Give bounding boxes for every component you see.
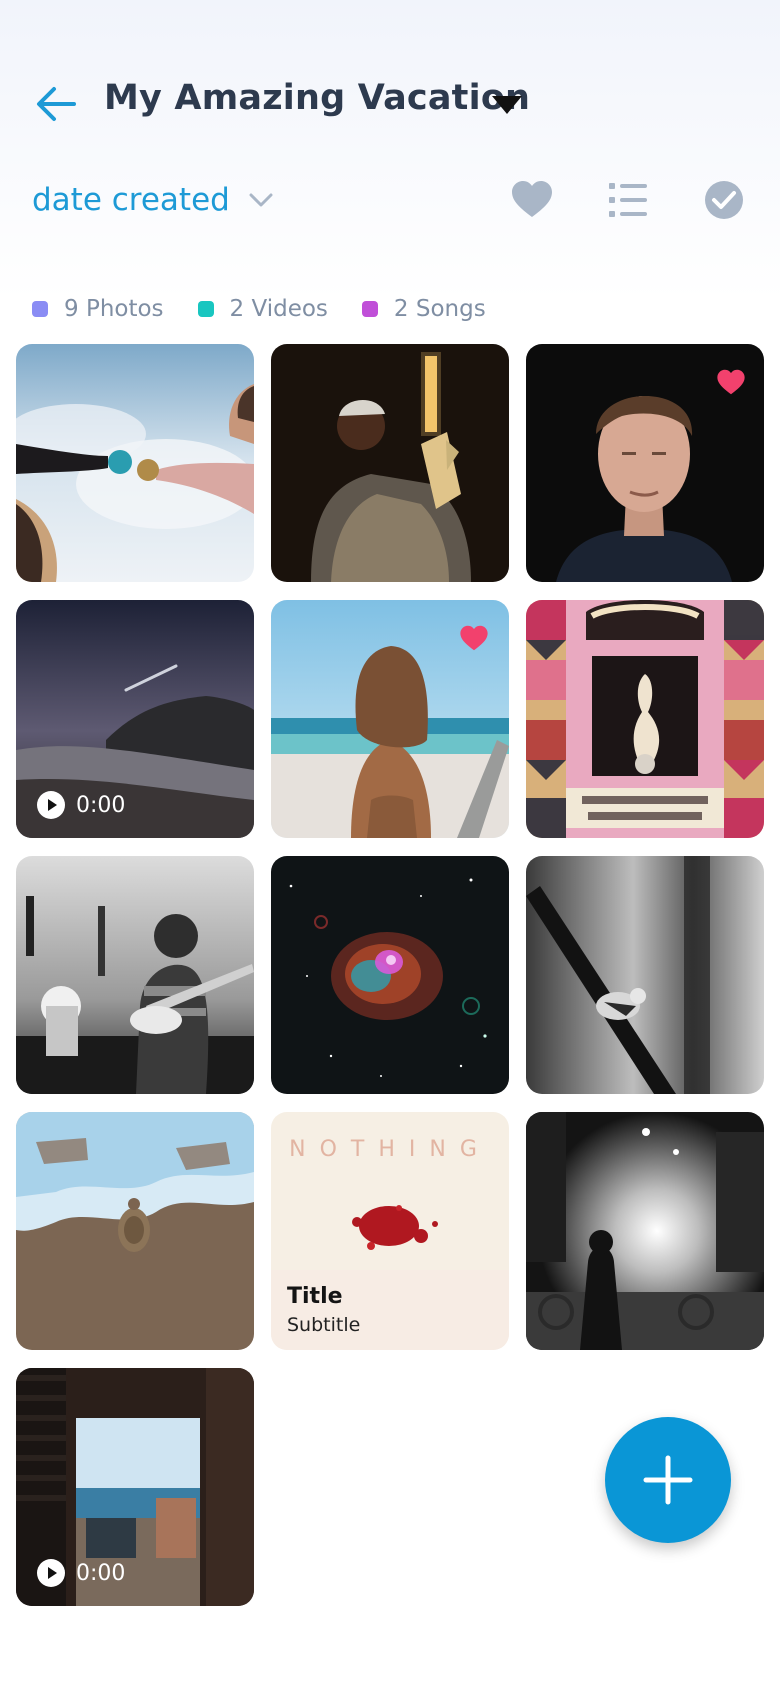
media-tile-photo[interactable]: [16, 1112, 254, 1350]
videos-count-label: 2 Videos: [229, 296, 328, 322]
photo-thumbnail: [526, 856, 764, 1094]
media-tile-video[interactable]: 0:00: [16, 1368, 254, 1606]
video-duration: 0:00: [36, 1558, 125, 1588]
favorite-heart-icon[interactable]: [459, 624, 489, 652]
media-tile-video[interactable]: 0:00: [16, 600, 254, 838]
plus-icon: [643, 1455, 693, 1505]
photos-dot: [32, 301, 48, 317]
photos-count-label: 9 Photos: [64, 296, 164, 322]
chevron-down-icon: [249, 193, 273, 207]
photo-thumbnail: [271, 344, 509, 582]
song-subtitle: Subtitle: [287, 1314, 361, 1336]
check-circle-icon[interactable]: [702, 178, 746, 222]
photo-thumbnail: [16, 856, 254, 1094]
media-tile-photo[interactable]: [271, 344, 509, 582]
media-tile-photo[interactable]: [526, 344, 764, 582]
favorite-heart-icon[interactable]: [716, 368, 746, 396]
heart-icon[interactable]: [510, 178, 554, 222]
page-title: My Amazing Vacation: [104, 78, 531, 118]
media-tile-photo[interactable]: [16, 856, 254, 1094]
app-header: My Amazing Vacation: [0, 62, 780, 148]
photo-thumbnail: [271, 856, 509, 1094]
photo-thumbnail: [16, 1112, 254, 1350]
song-info: Title Subtitle: [271, 1270, 509, 1350]
media-counts: 9 Photos 2 Videos 2 Songs: [32, 296, 520, 322]
songs-dot: [361, 301, 378, 317]
songs-count: 2 Songs: [361, 296, 486, 322]
album-art-text: NOTHING: [289, 1137, 491, 1162]
play-icon: [37, 791, 65, 819]
album-dropdown-caret-icon[interactable]: [490, 94, 524, 116]
album-art: [526, 600, 764, 838]
media-tile-photo[interactable]: [526, 856, 764, 1094]
media-grid: 0:00 NOTHING Title Subtitle 0:00: [16, 344, 764, 1606]
add-media-button[interactable]: [605, 1417, 731, 1543]
sort-dropdown[interactable]: date created: [32, 178, 274, 222]
video-duration-label: 0:00: [76, 1560, 126, 1586]
toolbar: date created: [0, 170, 780, 230]
videos-dot: [197, 301, 214, 317]
media-tile-photo[interactable]: [271, 856, 509, 1094]
song-title: Title: [287, 1284, 343, 1309]
sort-label: date created: [32, 182, 230, 218]
video-duration: 0:00: [36, 790, 125, 820]
photo-thumbnail: [526, 1112, 764, 1350]
photo-thumbnail: [16, 344, 254, 582]
list-icon[interactable]: [606, 178, 650, 222]
videos-count: 2 Videos: [197, 296, 328, 322]
media-tile-song[interactable]: [526, 600, 764, 838]
media-tile-song[interactable]: NOTHING Title Subtitle: [271, 1112, 509, 1350]
songs-count-label: 2 Songs: [393, 296, 486, 322]
media-tile-photo[interactable]: [271, 600, 509, 838]
media-tile-photo[interactable]: [16, 344, 254, 582]
media-tile-photo[interactable]: [526, 1112, 764, 1350]
video-duration-label: 0:00: [76, 792, 126, 818]
back-arrow-icon[interactable]: [34, 84, 78, 124]
photos-count: 9 Photos: [32, 296, 164, 322]
play-icon: [37, 1559, 65, 1587]
